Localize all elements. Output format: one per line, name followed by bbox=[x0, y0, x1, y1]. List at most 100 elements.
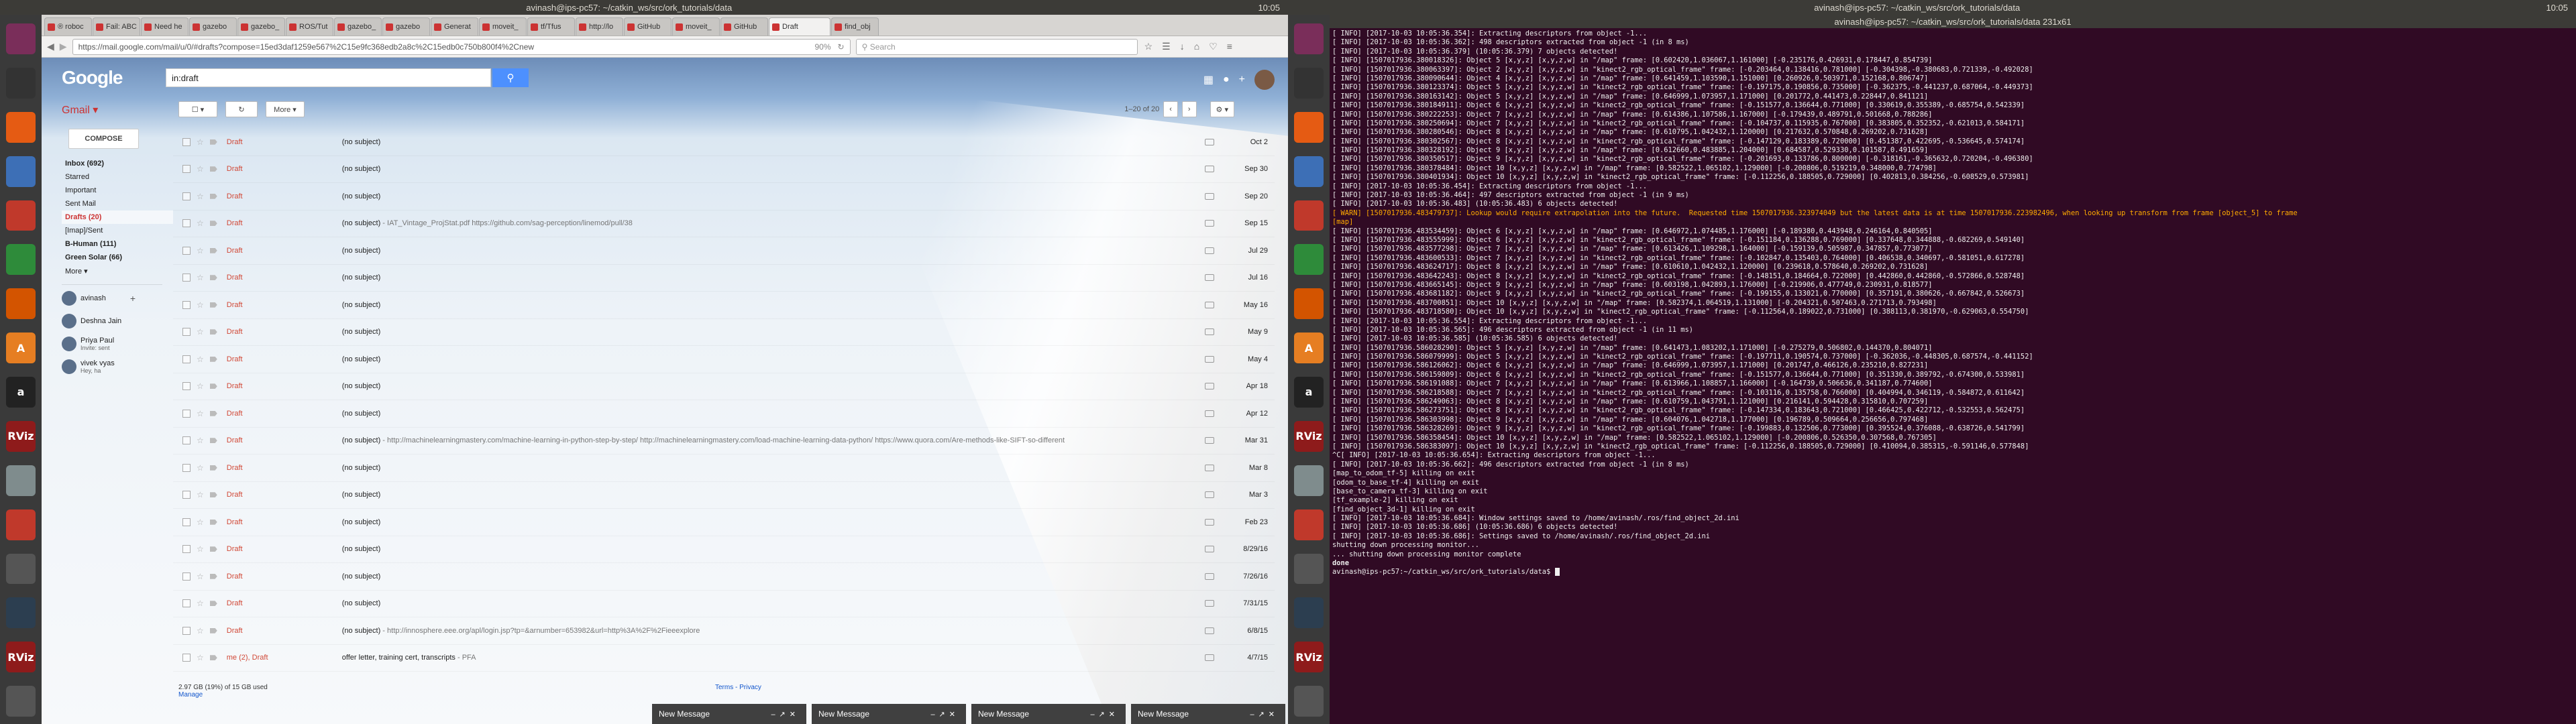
next-page-icon[interactable]: › bbox=[1181, 101, 1197, 117]
importance-marker-icon[interactable] bbox=[209, 193, 217, 199]
star-icon[interactable]: ☆ bbox=[197, 355, 204, 364]
star-icon[interactable]: ☆ bbox=[197, 300, 204, 310]
row-checkbox[interactable] bbox=[182, 246, 191, 255]
search-bar[interactable]: ⚲ Search bbox=[855, 38, 1138, 55]
sidebar-item[interactable]: [Imap]/Sent bbox=[62, 224, 173, 237]
amazon-icon[interactable]: a bbox=[1294, 377, 1324, 408]
importance-marker-icon[interactable] bbox=[209, 627, 217, 634]
table-row[interactable]: ☆ Draft (no subject) Sep 20 bbox=[173, 183, 1275, 210]
importance-marker-icon[interactable] bbox=[209, 275, 217, 281]
clock[interactable]: 10:05 bbox=[1258, 3, 1280, 13]
browser-tab[interactable]: moveit_ bbox=[672, 17, 720, 36]
sidebar-item[interactable]: Green Solar (66) bbox=[62, 251, 173, 264]
settings-icon[interactable] bbox=[6, 465, 36, 496]
rviz-icon[interactable]: RViz bbox=[6, 642, 36, 673]
browser-tab[interactable]: GitHub bbox=[720, 17, 768, 36]
table-row[interactable]: ☆ Draft (no subject) Oct 2 bbox=[173, 129, 1275, 156]
star-icon[interactable]: ☆ bbox=[197, 192, 204, 201]
table-row[interactable]: ☆ Draft (no subject) Mar 3 bbox=[173, 482, 1275, 509]
presentation-icon[interactable] bbox=[1294, 288, 1324, 320]
firefox-icon[interactable] bbox=[1294, 111, 1324, 143]
new-message-window[interactable]: New Message –↗✕ bbox=[812, 704, 966, 724]
row-checkbox[interactable] bbox=[182, 137, 191, 146]
row-checkbox[interactable] bbox=[182, 572, 191, 581]
rviz-icon[interactable]: RViz bbox=[6, 420, 36, 452]
hangouts-contact[interactable]: Deshna Jain bbox=[62, 310, 173, 332]
importance-marker-icon[interactable] bbox=[209, 438, 217, 444]
window-controls-icon[interactable]: –↗✕ bbox=[930, 710, 959, 719]
sidebar-item[interactable]: Drafts (20) bbox=[62, 210, 173, 224]
terminal-icon[interactable] bbox=[1294, 67, 1324, 99]
importance-marker-icon[interactable] bbox=[209, 601, 217, 607]
google-logo[interactable]: Google bbox=[62, 67, 166, 88]
compose-button[interactable]: COMPOSE bbox=[68, 129, 139, 149]
hangouts-me[interactable]: avinash + bbox=[62, 288, 173, 309]
table-row[interactable]: ☆ Draft (no subject) Apr 12 bbox=[173, 400, 1275, 428]
terminal-prompt[interactable]: avinash@ips-pc57:~/catkin_ws/src/ork_tut… bbox=[1332, 568, 2573, 577]
row-checkbox[interactable] bbox=[182, 491, 191, 499]
star-icon[interactable]: ☆ bbox=[197, 137, 204, 147]
row-checkbox[interactable] bbox=[182, 545, 191, 554]
browser-tab[interactable]: tf/Tfus bbox=[527, 17, 575, 36]
bug-icon[interactable] bbox=[1294, 509, 1324, 540]
row-checkbox[interactable] bbox=[182, 518, 191, 526]
row-checkbox[interactable] bbox=[182, 409, 191, 418]
table-row[interactable]: ☆ Draft (no subject) Jul 29 bbox=[173, 237, 1275, 265]
browser-tab[interactable]: GitHub bbox=[624, 17, 672, 36]
files-icon[interactable] bbox=[6, 156, 36, 187]
row-checkbox[interactable] bbox=[182, 300, 191, 309]
table-row[interactable]: ☆ Draft (no subject) - http://innosphere.e… bbox=[173, 617, 1275, 645]
row-checkbox[interactable] bbox=[182, 463, 191, 472]
browser-tab[interactable]: Fail: ABC bbox=[93, 17, 140, 36]
rviz-icon[interactable]: RViz bbox=[1294, 420, 1324, 452]
sidebar-item[interactable]: Sent Mail bbox=[62, 197, 173, 210]
dash-icon[interactable] bbox=[6, 23, 36, 54]
importance-marker-icon[interactable] bbox=[209, 166, 217, 172]
bug-icon[interactable] bbox=[6, 509, 36, 540]
window-controls-icon[interactable]: –↗✕ bbox=[1090, 710, 1119, 719]
prev-page-icon[interactable]: ‹ bbox=[1163, 101, 1178, 117]
row-checkbox[interactable] bbox=[182, 165, 191, 174]
home-icon[interactable]: ⌂ bbox=[1194, 41, 1199, 52]
browser-tab[interactable]: gazebo_ bbox=[334, 17, 382, 36]
browser-tab[interactable]: Draft bbox=[769, 17, 830, 36]
settings-gear-icon[interactable]: ⚙ ▾ bbox=[1210, 101, 1234, 117]
sidebar-item[interactable]: Starred bbox=[62, 170, 173, 184]
importance-marker-icon[interactable] bbox=[209, 247, 217, 253]
sidebar-item[interactable]: B-Human (111) bbox=[62, 237, 173, 251]
terminal-icon[interactable] bbox=[6, 67, 36, 99]
importance-marker-icon[interactable] bbox=[209, 302, 217, 308]
browser-tab[interactable]: gazebo_ bbox=[237, 17, 285, 36]
new-message-window[interactable]: New Message –↗✕ bbox=[971, 704, 1126, 724]
new-message-window[interactable]: New Message –↗✕ bbox=[1131, 704, 1285, 724]
gedit-icon[interactable] bbox=[1294, 553, 1324, 585]
star-icon[interactable]: ☆ bbox=[197, 518, 204, 527]
table-row[interactable]: ☆ Draft (no subject) Feb 23 bbox=[173, 509, 1275, 536]
table-row[interactable]: ☆ Draft (no subject) Apr 18 bbox=[173, 373, 1275, 400]
dash-icon[interactable] bbox=[1294, 23, 1324, 54]
amazon-icon[interactable]: a bbox=[6, 377, 36, 408]
star-icon[interactable]: ☆ bbox=[197, 164, 204, 174]
table-row[interactable]: ☆ Draft (no subject) Sep 30 bbox=[173, 156, 1275, 183]
new-message-window[interactable]: New Message –↗✕ bbox=[652, 704, 806, 724]
menu-icon[interactable]: ≡ bbox=[1227, 41, 1232, 52]
importance-marker-icon[interactable] bbox=[209, 519, 217, 525]
hangouts-contact[interactable]: vivek vyas Hey, ha bbox=[62, 356, 173, 377]
apps-grid-icon[interactable]: ▦ bbox=[1203, 73, 1214, 86]
back-icon[interactable]: ◀ bbox=[47, 41, 54, 52]
row-checkbox[interactable] bbox=[182, 599, 191, 608]
star-icon[interactable]: ☆ bbox=[1144, 41, 1153, 52]
importance-marker-icon[interactable] bbox=[209, 655, 217, 661]
browser-tab[interactable]: moveit_ bbox=[479, 17, 527, 36]
table-row[interactable]: ☆ Draft (no subject) 8/29/16 bbox=[173, 536, 1275, 563]
importance-marker-icon[interactable] bbox=[209, 492, 217, 498]
importance-marker-icon[interactable] bbox=[209, 329, 217, 335]
star-icon[interactable]: ☆ bbox=[197, 246, 204, 255]
forward-icon[interactable]: ▶ bbox=[60, 41, 67, 52]
importance-marker-icon[interactable] bbox=[209, 221, 217, 227]
software-center-icon[interactable]: A bbox=[1294, 333, 1324, 363]
terminal-window[interactable]: avinash@ips-pc57: ~/catkin_ws/src/ork_tu… bbox=[1330, 15, 2576, 724]
refresh-button[interactable]: ↻ bbox=[225, 101, 258, 117]
table-row[interactable]: ☆ Draft (no subject) Jul 16 bbox=[173, 265, 1275, 292]
importance-marker-icon[interactable] bbox=[209, 139, 217, 145]
